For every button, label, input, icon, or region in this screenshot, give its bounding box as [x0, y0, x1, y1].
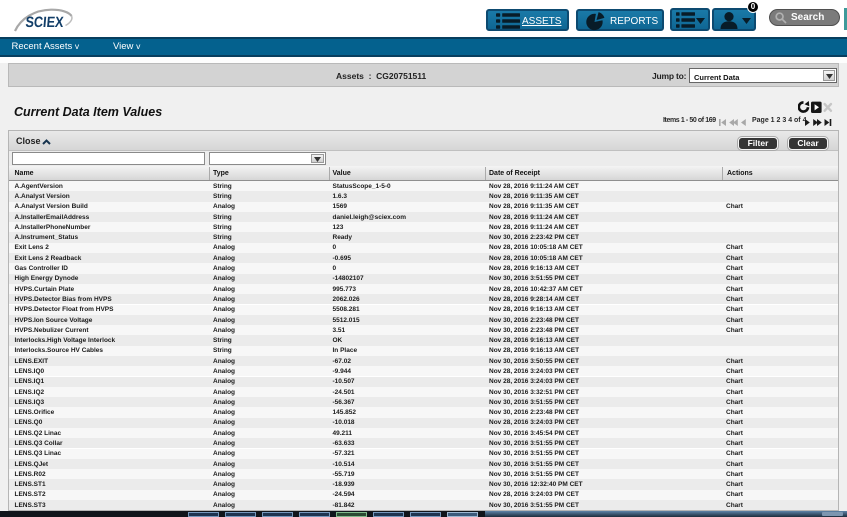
- svg-text:SCIEX: SCIEX: [25, 14, 64, 31]
